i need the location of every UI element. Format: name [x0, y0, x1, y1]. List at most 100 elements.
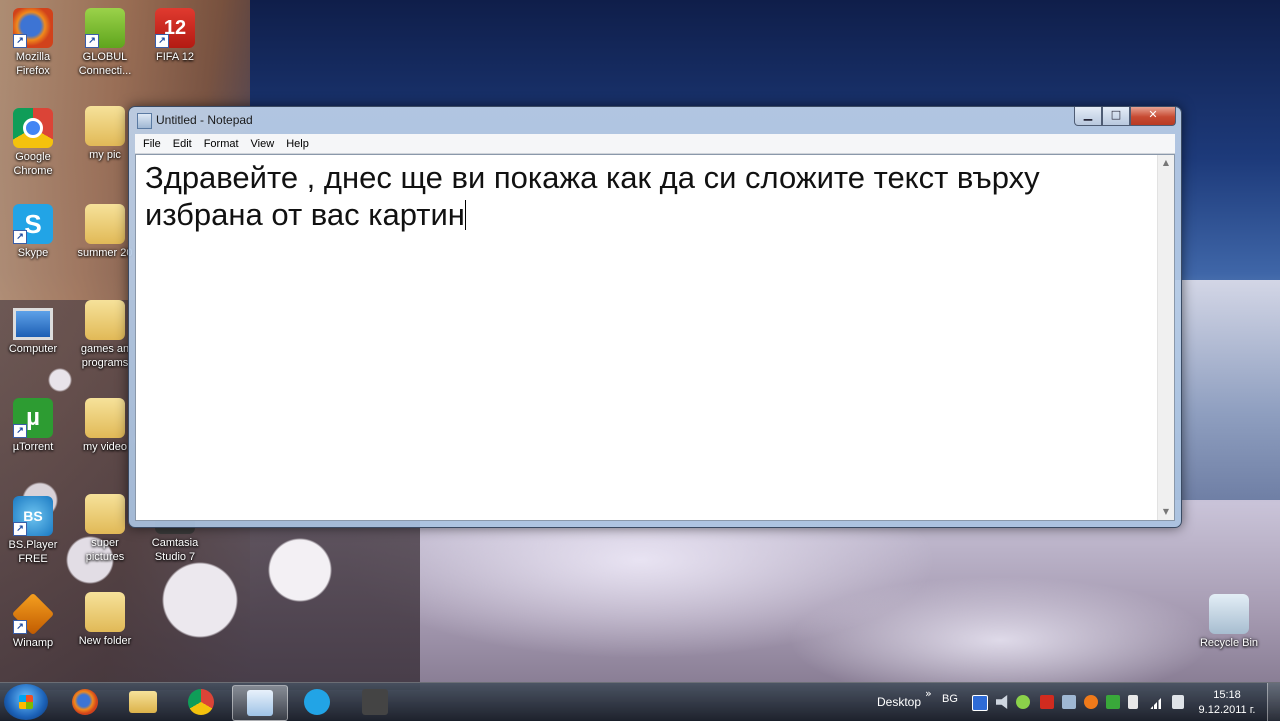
taskbar: Desktop » BG 15:18 9.12.2011 г.	[0, 682, 1280, 721]
scroll-up-icon[interactable]: ▲	[1158, 155, 1174, 171]
desktop-icon-computer[interactable]: Computer	[0, 300, 66, 356]
fifa-icon: 12 ↗	[155, 8, 195, 48]
text-editor[interactable]: Здравейте , днес ще ви покажа как да си …	[135, 154, 1175, 521]
menu-view[interactable]: View	[245, 138, 281, 150]
taskbar-app-notepad[interactable]	[232, 685, 288, 721]
security-tray-icon[interactable]	[1106, 695, 1120, 709]
taskbar-app-chrome[interactable]	[174, 685, 228, 719]
menu-help[interactable]: Help	[280, 138, 315, 150]
desktop-icon-label: games an programs	[80, 343, 130, 369]
menu-bar: File Edit Format View Help	[135, 134, 1175, 154]
start-button[interactable]	[4, 684, 48, 720]
desktop-icon-label: Mozilla Firefox	[15, 51, 51, 77]
adobe-tray-icon[interactable]	[1040, 695, 1054, 709]
desktop-icon-globul[interactable]: ↗ GLOBUL Connecti...	[72, 8, 138, 78]
desktop-icon-label: summer 20	[77, 247, 133, 259]
skype-glyph: S	[24, 209, 42, 239]
desktop-icon-label: Winamp	[12, 637, 54, 649]
desktop-icon-label: super pictures	[85, 537, 125, 563]
clock-date: 9.12.2011 г.	[1198, 704, 1256, 716]
folder-icon	[85, 592, 125, 632]
minimize-button[interactable]: ▁	[1074, 107, 1102, 126]
menu-file[interactable]: File	[137, 138, 167, 150]
bsplayer-glyph: BS	[23, 508, 43, 524]
window-title: Untitled - Notepad	[156, 113, 253, 127]
shortcut-arrow-icon: ↗	[13, 620, 27, 634]
desktop-icon-label: FIFA 12	[156, 51, 194, 63]
desktop-icon-new-folder[interactable]: New folder	[72, 592, 138, 648]
system-clock[interactable]: 15:18 9.12.2011 г.	[1196, 688, 1258, 718]
desktop-icon-firefox[interactable]: ↗ Mozilla Firefox	[0, 8, 66, 78]
close-button[interactable]: ✕	[1130, 107, 1176, 126]
text-caret	[464, 200, 466, 230]
desktop-icon-label: Recycle Bin	[1199, 637, 1259, 649]
folder-icon	[129, 691, 157, 713]
battery-icon[interactable]	[1172, 695, 1184, 709]
desktop-icon-label: GLOBUL Connecti...	[78, 51, 132, 77]
desktop-icon-utorrent[interactable]: µ ↗ µTorrent	[0, 398, 66, 454]
desktop-icon-winamp[interactable]: ↗ Winamp	[0, 592, 66, 650]
editor-content[interactable]: Здравейте , днес ще ви покажа как да си …	[145, 159, 1144, 233]
globul-icon: ↗	[85, 8, 125, 48]
globul-tray-icon[interactable]	[1016, 695, 1030, 709]
shortcut-arrow-icon: ↗	[13, 522, 27, 536]
window-titlebar[interactable]: Untitled - Notepad ▁ □ ✕	[129, 107, 1181, 133]
folder-icon	[85, 106, 125, 146]
menu-format[interactable]: Format	[198, 138, 245, 150]
vertical-scrollbar[interactable]: ▲ ▼	[1157, 155, 1174, 520]
folder-icon	[85, 204, 125, 244]
desktop-toolbar-label[interactable]: Desktop	[877, 695, 921, 709]
taskbar-app-skype[interactable]	[290, 685, 344, 719]
editor-text: Здравейте , днес ще ви покажа как да си …	[145, 160, 1040, 232]
fifa-badge: 12	[163, 17, 187, 39]
winamp-icon: ↗	[11, 592, 55, 636]
utorrent-icon: µ ↗	[13, 398, 53, 438]
signal-strength-icon[interactable]	[1150, 695, 1164, 709]
taskbar-app-camtasia[interactable]	[348, 685, 402, 719]
toolbar-chevron-icon[interactable]: »	[925, 687, 932, 700]
notepad-icon	[137, 113, 152, 129]
desktop-icon-chrome[interactable]: Google Chrome	[0, 108, 66, 178]
shortcut-arrow-icon: ↗	[13, 230, 27, 244]
desktop-icon-label: my video	[82, 441, 128, 453]
desktop-icon-label: Camtasia Studio 7	[151, 537, 199, 563]
computer-icon	[13, 300, 53, 340]
maximize-button[interactable]: □	[1102, 107, 1130, 126]
action-center-flag-icon[interactable]	[1128, 695, 1138, 709]
firefox-icon	[72, 689, 98, 715]
language-indicator[interactable]: BG	[942, 693, 958, 705]
shortcut-arrow-icon: ↗	[85, 34, 99, 48]
skype-icon: S ↗	[13, 204, 53, 244]
utorrent-glyph: µ	[26, 404, 40, 431]
notepad-window[interactable]: Untitled - Notepad ▁ □ ✕ File Edit Forma…	[128, 106, 1182, 528]
desktop-icon-label: Skype	[17, 247, 49, 259]
show-desktop-button[interactable]	[1267, 683, 1280, 721]
taskbar-app-firefox[interactable]	[58, 685, 112, 719]
desktop-icon-label: New folder	[78, 635, 132, 647]
desktop-icon-fifa[interactable]: 12 ↗ FIFA 12	[142, 8, 208, 64]
update-tray-icon[interactable]	[1084, 695, 1098, 709]
scroll-down-icon[interactable]: ▼	[1158, 504, 1174, 520]
chrome-icon	[13, 108, 53, 148]
desktop-icon-skype[interactable]: S ↗ Skype	[0, 204, 66, 260]
skype-icon	[304, 689, 330, 715]
desktop-icon-label: my pic	[89, 149, 121, 161]
bsplayer-icon: BS ↗	[13, 496, 53, 536]
volume-icon[interactable]	[996, 695, 1008, 709]
desktop-icon-recycle-bin[interactable]: Recycle Bin	[1196, 594, 1262, 650]
wallpaper-sea	[1170, 280, 1280, 500]
camtasia-icon	[362, 689, 388, 715]
camera-tray-icon[interactable]	[1062, 695, 1076, 709]
desktop-icon-label: Computer	[8, 343, 58, 355]
chrome-icon	[188, 689, 214, 715]
desktop-icon-bsplayer[interactable]: BS ↗ BS.Player FREE	[0, 496, 66, 566]
folder-icon	[85, 398, 125, 438]
recycle-bin-icon	[1209, 594, 1249, 634]
folder-icon	[85, 494, 125, 534]
window-controls: ▁ □ ✕	[1074, 107, 1176, 126]
taskbar-app-explorer[interactable]	[116, 685, 170, 719]
firefox-icon: ↗	[13, 8, 53, 48]
keyboard-tray-icon[interactable]	[972, 695, 988, 711]
shortcut-arrow-icon: ↗	[155, 34, 169, 48]
menu-edit[interactable]: Edit	[167, 138, 198, 150]
